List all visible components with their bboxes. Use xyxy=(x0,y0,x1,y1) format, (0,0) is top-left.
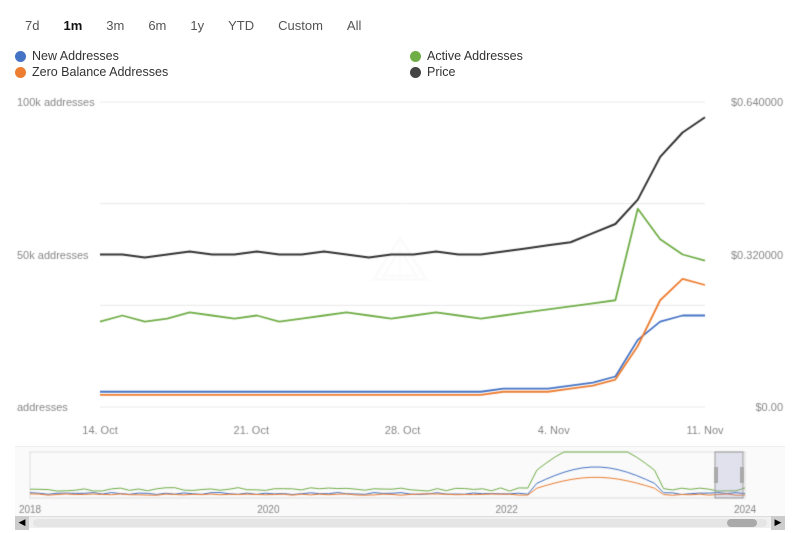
scrollbar-track[interactable] xyxy=(33,519,767,527)
legend-label-3: Price xyxy=(427,65,455,79)
time-btn-ytd[interactable]: YTD xyxy=(218,14,264,37)
legend-label-2: Zero Balance Addresses xyxy=(32,65,168,79)
legend-dot-3 xyxy=(410,67,421,78)
scrollbar-area[interactable]: ◀ ▶ xyxy=(15,516,785,528)
time-btn-7d[interactable]: 7d xyxy=(15,14,49,37)
legend-item-1: Active Addresses xyxy=(410,49,785,63)
legend-item-3: Price xyxy=(410,65,785,79)
time-btn-1y[interactable]: 1y xyxy=(180,14,214,37)
chart-legend: New Addresses Active Addresses Zero Balanc… xyxy=(15,45,785,87)
mini-chart-canvas xyxy=(15,447,785,516)
mini-chart-wrapper xyxy=(15,446,785,516)
legend-dot-1 xyxy=(410,51,421,62)
time-btn-6m[interactable]: 6m xyxy=(138,14,176,37)
time-btn-custom[interactable]: Custom xyxy=(268,14,333,37)
time-btn-all[interactable]: All xyxy=(337,14,371,37)
main-chart-canvas xyxy=(15,87,785,442)
scroll-right-arrow[interactable]: ▶ xyxy=(771,516,785,530)
legend-label-1: Active Addresses xyxy=(427,49,523,63)
legend-item-2: Zero Balance Addresses xyxy=(15,65,390,79)
legend-dot-0 xyxy=(15,51,26,62)
time-btn-1m[interactable]: 1m xyxy=(53,14,92,37)
time-selector: 7d1m3m6m1yYTDCustomAll xyxy=(15,10,785,45)
scroll-left-arrow[interactable]: ◀ xyxy=(15,516,29,530)
main-container: 7d1m3m6m1yYTDCustomAll New Addresses Acti… xyxy=(0,0,800,533)
main-chart-wrapper xyxy=(15,87,785,442)
scrollbar-thumb[interactable] xyxy=(727,519,757,527)
time-btn-3m[interactable]: 3m xyxy=(96,14,134,37)
legend-label-0: New Addresses xyxy=(32,49,119,63)
legend-dot-2 xyxy=(15,67,26,78)
legend-item-0: New Addresses xyxy=(15,49,390,63)
